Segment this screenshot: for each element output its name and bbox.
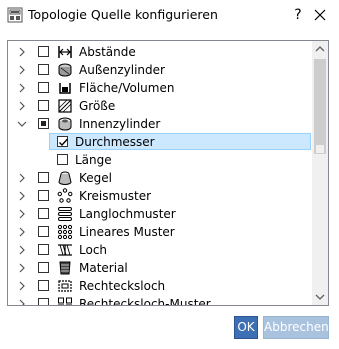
tree-item-flaeche-volumen[interactable]: Fläche/Volumen xyxy=(8,79,312,97)
tree-item-label: Außenzylinder xyxy=(79,63,165,77)
chevron-right-icon[interactable] xyxy=(17,83,27,93)
scrollbar-gap xyxy=(316,145,324,153)
scroll-up-icon[interactable] xyxy=(312,41,328,57)
slot-pattern-icon xyxy=(58,207,72,221)
tree-item-label: Abstände xyxy=(79,45,136,59)
tree-item-innenzylinder[interactable]: Innenzylinder xyxy=(8,115,312,133)
tree-item-aussenzylinder[interactable]: Außenzylinder xyxy=(8,61,312,79)
checkbox[interactable] xyxy=(38,172,49,183)
tree-item-rechtecksloch[interactable]: Rechtecksloch xyxy=(8,277,312,295)
tree-item-langlochmuster[interactable]: Langlochmuster xyxy=(8,205,312,223)
ok-button[interactable]: OK xyxy=(234,316,258,339)
checkbox[interactable] xyxy=(38,226,49,237)
tree-item-label: Kegel xyxy=(79,171,112,185)
chevron-right-icon[interactable] xyxy=(17,101,27,111)
inner-cylinder-icon xyxy=(58,117,72,131)
checkbox[interactable] xyxy=(57,154,68,165)
tree-item-label: Größe xyxy=(79,99,116,113)
tree-item-kegel[interactable]: Kegel xyxy=(8,169,312,187)
linear-pattern-icon xyxy=(57,224,73,240)
tree-item-label: Innenzylinder xyxy=(79,117,161,131)
checkbox[interactable] xyxy=(38,64,49,75)
tree-subitem-label: Länge xyxy=(75,153,112,167)
app-icon xyxy=(7,7,23,23)
topology-tree[interactable]: Abstände Außenzylinder Fläche/Volumen Gr… xyxy=(7,40,329,306)
rect-hole-icon xyxy=(58,280,72,292)
distance-icon xyxy=(58,46,72,58)
hole-icon xyxy=(58,244,72,256)
tree-item-label: Lineares Muster xyxy=(79,225,175,239)
chevron-right-icon[interactable] xyxy=(17,173,27,183)
tree-item-abstaende[interactable]: Abstände xyxy=(8,43,312,61)
checkbox-partial[interactable] xyxy=(38,118,49,129)
chevron-right-icon[interactable] xyxy=(17,263,27,273)
tree-item-lineares-muster[interactable]: Lineares Muster xyxy=(8,223,312,241)
chevron-down-icon[interactable] xyxy=(17,119,27,129)
checkbox[interactable] xyxy=(38,82,49,93)
chevron-right-icon[interactable] xyxy=(17,227,27,237)
tree-item-material[interactable]: Material xyxy=(8,259,312,277)
tree-subitem-durchmesser[interactable]: Durchmesser xyxy=(8,133,312,151)
tree-subitem-label: Durchmesser xyxy=(75,135,155,149)
tree-item-label: Loch xyxy=(79,243,108,257)
outer-cylinder-icon xyxy=(58,63,72,77)
tree-item-kreismuster[interactable]: Kreismuster xyxy=(8,187,312,205)
tree-item-loch[interactable]: Loch xyxy=(8,241,312,259)
area-volume-icon xyxy=(59,83,71,94)
tree-item-label: Kreismuster xyxy=(79,189,152,203)
tree-item-label: Rechtecksloch-Muster xyxy=(79,297,211,306)
tree-item-groesse[interactable]: Größe xyxy=(8,97,312,115)
material-icon xyxy=(59,261,71,275)
checkbox[interactable] xyxy=(38,100,49,111)
checkbox[interactable] xyxy=(38,262,49,273)
cone-icon xyxy=(58,171,72,185)
cancel-button[interactable]: Abbrechen xyxy=(263,316,329,339)
checkbox[interactable] xyxy=(38,208,49,219)
tree-item-label: Fläche/Volumen xyxy=(79,81,175,95)
checkbox[interactable] xyxy=(38,46,49,57)
tree-subitem-laenge[interactable]: Länge xyxy=(8,151,312,169)
chevron-right-icon[interactable] xyxy=(17,281,27,291)
rect-hole-pattern-icon xyxy=(58,297,72,305)
checkbox[interactable] xyxy=(38,298,49,305)
tree-item-label: Material xyxy=(79,261,128,275)
chevron-right-icon[interactable] xyxy=(17,191,27,201)
title-bar: Topologie Quelle konfigurieren ? xyxy=(0,0,339,30)
close-icon[interactable] xyxy=(309,4,331,26)
chevron-right-icon[interactable] xyxy=(17,65,27,75)
chevron-right-icon[interactable] xyxy=(17,47,27,57)
chevron-right-icon[interactable] xyxy=(17,209,27,219)
help-button[interactable]: ? xyxy=(287,4,309,26)
vertical-scrollbar[interactable] xyxy=(312,41,328,305)
checkbox[interactable] xyxy=(38,244,49,255)
tree-item-label: Langlochmuster xyxy=(79,207,176,221)
scroll-down-icon[interactable] xyxy=(312,289,328,305)
size-icon xyxy=(58,99,72,113)
scrollbar-thumb[interactable] xyxy=(314,59,326,154)
circular-pattern-icon xyxy=(57,188,73,203)
tree-item-rechtecksloch-muster[interactable]: Rechtecksloch-Muster xyxy=(8,295,312,306)
tree-item-label: Rechtecksloch xyxy=(79,279,166,293)
chevron-right-icon[interactable] xyxy=(17,299,27,306)
checkbox[interactable] xyxy=(38,190,49,201)
checkbox-checked[interactable] xyxy=(57,136,69,147)
window-title: Topologie Quelle konfigurieren xyxy=(28,7,218,22)
checkbox[interactable] xyxy=(38,280,49,291)
chevron-right-icon[interactable] xyxy=(17,245,27,255)
